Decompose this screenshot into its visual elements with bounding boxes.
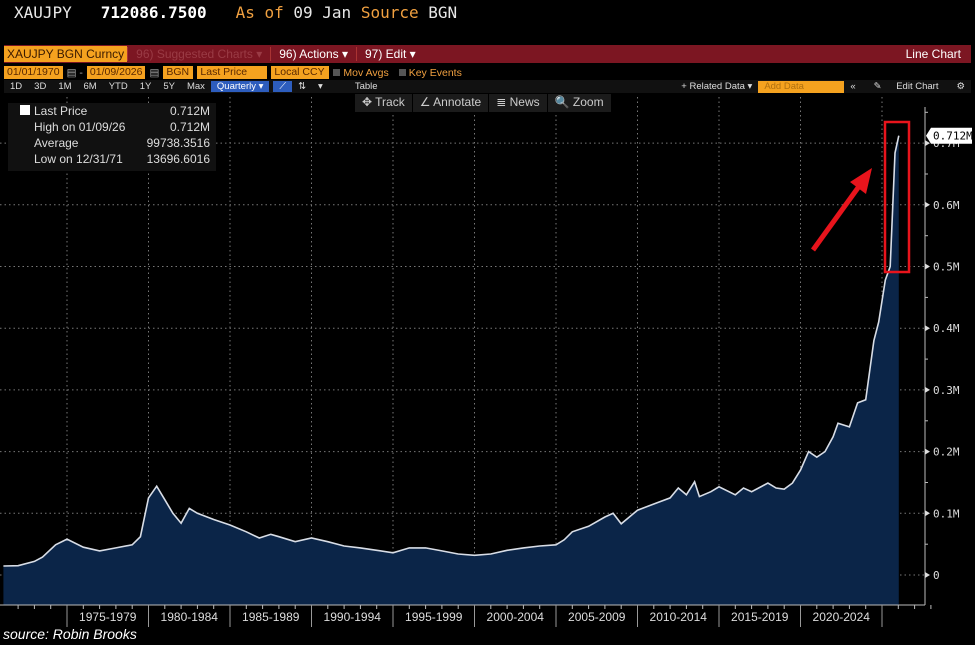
y-tick [925,510,930,517]
y-tick [925,263,930,270]
y-tick-label: 0.5M [933,261,960,274]
annotate-button[interactable]: ∠ Annotate [413,94,490,112]
x-tick-label: 1990-1994 [324,610,382,624]
legend-box: Last Price 0.712M High on 01/09/26 0.712M … [8,103,216,171]
legend-value: 0.712M [169,104,210,118]
x-tick-label: 1995-1999 [405,610,463,624]
x-tick-label: 2015-2019 [731,610,789,624]
legend-label: High on 01/09/26 [34,120,126,134]
track-button[interactable]: ✥ Track [355,94,413,112]
y-tick [925,448,930,455]
legend-value: 13696.6016 [146,152,210,166]
y-tick [925,201,930,208]
y-tick-label: 0.4M [933,322,960,335]
x-tick-label: 2010-2014 [650,610,708,624]
y-tick [925,386,930,393]
y-tick-label: 0.3M [933,384,960,397]
legend-label: Average [34,136,79,150]
x-tick-label: 2000-2004 [487,610,545,624]
y-tick-label: 0.1M [933,507,960,520]
legend-value: 99738.3516 [146,136,210,150]
legend-label: Last Price [34,104,88,118]
legend-row-last: Last Price 0.712M [8,103,216,119]
y-tick [925,140,930,147]
legend-row-average: Average 99738.3516 [8,135,216,151]
last-value-label: 0.712M [933,130,973,143]
source-note: source: Robin Brooks [3,626,137,642]
series-area [3,135,899,605]
x-tick-label: 2020-2024 [813,610,871,624]
x-tick-label: 2005-2009 [568,610,626,624]
y-tick-label: 0.6M [933,199,960,212]
legend-row-low: Low on 12/31/71 13696.6016 [8,151,216,167]
arrow-shaft [810,183,863,252]
x-tick-label: 1975-1979 [79,610,137,624]
x-tick-label: 1985-1989 [242,610,300,624]
y-tick [925,572,930,578]
chart-tools: ✥ Track ∠ Annotate ≣ News 🔍 Zoom [355,94,612,112]
legend-value: 0.712M [169,120,210,134]
legend-row-high: High on 01/09/26 0.712M [8,119,216,135]
x-tick-label: 1980-1984 [161,610,219,624]
legend-label: Low on 12/31/71 [34,152,123,166]
zoom-button[interactable]: 🔍 Zoom [548,94,612,112]
y-tick-label: 0 [933,569,940,582]
news-button[interactable]: ≣ News [489,94,548,112]
y-tick-label: 0.2M [933,446,960,459]
y-tick [925,325,930,332]
series-swatch[interactable] [20,105,30,115]
